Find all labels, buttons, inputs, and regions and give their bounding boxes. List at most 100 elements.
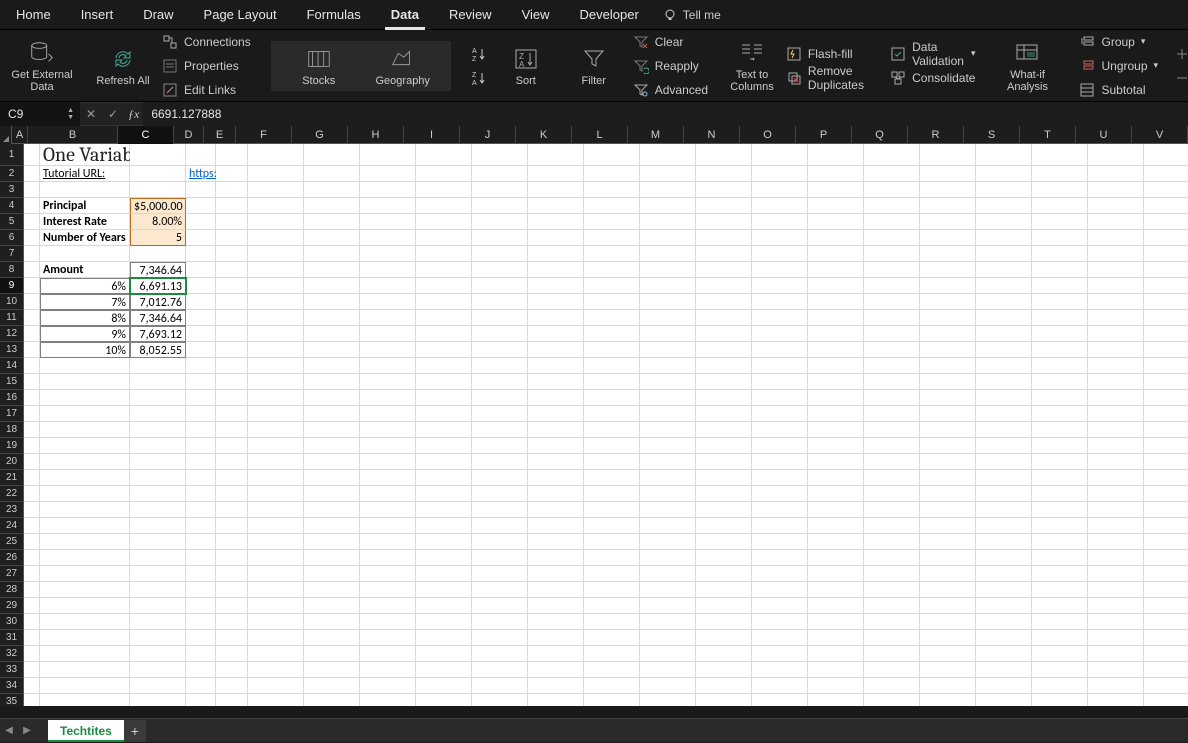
sort-asc-button[interactable]: AZ (471, 44, 487, 64)
cell-B21[interactable] (40, 470, 130, 486)
group-button[interactable]: Group ▾ (1079, 32, 1158, 52)
flash-fill-button[interactable]: Flash-fill (786, 44, 880, 64)
cell-T18[interactable] (1032, 422, 1088, 438)
cell-N8[interactable] (696, 262, 752, 278)
cell-K34[interactable] (528, 678, 584, 694)
row-header[interactable]: 8 (0, 262, 24, 278)
cell-D30[interactable] (186, 614, 216, 630)
cell-K16[interactable] (528, 390, 584, 406)
cell-G24[interactable] (304, 518, 360, 534)
cell-I21[interactable] (416, 470, 472, 486)
cell-Q4[interactable] (864, 198, 920, 214)
cell-A20[interactable] (24, 454, 40, 470)
select-all-corner[interactable] (0, 126, 12, 144)
cell-V28[interactable] (1144, 582, 1188, 598)
cell-F26[interactable] (248, 550, 304, 566)
get-external-data-button[interactable]: Get External Data (10, 39, 74, 93)
cell-M35[interactable] (640, 694, 696, 706)
cell-D28[interactable] (186, 582, 216, 598)
col-header-S[interactable]: S (964, 126, 1020, 144)
cell-I7[interactable] (416, 246, 472, 262)
cell-S27[interactable] (976, 566, 1032, 582)
cell-N22[interactable] (696, 486, 752, 502)
cell-M10[interactable] (640, 294, 696, 310)
cell-O4[interactable] (752, 198, 808, 214)
cell-R32[interactable] (920, 646, 976, 662)
cell-O27[interactable] (752, 566, 808, 582)
cell-Q6[interactable] (864, 230, 920, 246)
cell-I2[interactable] (416, 166, 472, 182)
cell-T28[interactable] (1032, 582, 1088, 598)
cell-J1[interactable] (472, 144, 528, 166)
cell-F13[interactable] (248, 342, 304, 358)
cell-L11[interactable] (584, 310, 640, 326)
cell-K8[interactable] (528, 262, 584, 278)
cell-I19[interactable] (416, 438, 472, 454)
cell-U13[interactable] (1088, 342, 1144, 358)
cell-E5[interactable] (216, 214, 248, 230)
cell-R10[interactable] (920, 294, 976, 310)
cell-P6[interactable] (808, 230, 864, 246)
cell-K25[interactable] (528, 534, 584, 550)
tab-insert[interactable]: Insert (75, 0, 120, 30)
cell-B2[interactable]: Tutorial URL: (40, 166, 130, 182)
cell-D15[interactable] (186, 374, 216, 390)
cell-E32[interactable] (216, 646, 248, 662)
cell-E24[interactable] (216, 518, 248, 534)
cell-C20[interactable] (130, 454, 186, 470)
cell-B7[interactable] (40, 246, 130, 262)
cell-S19[interactable] (976, 438, 1032, 454)
cell-F19[interactable] (248, 438, 304, 454)
cell-O28[interactable] (752, 582, 808, 598)
cell-E17[interactable] (216, 406, 248, 422)
subtotal-button[interactable]: Subtotal (1079, 80, 1158, 100)
cell-V12[interactable] (1144, 326, 1188, 342)
cell-Q29[interactable] (864, 598, 920, 614)
cell-Q23[interactable] (864, 502, 920, 518)
cell-H15[interactable] (360, 374, 416, 390)
cell-R16[interactable] (920, 390, 976, 406)
row-header[interactable]: 9 (0, 278, 24, 294)
cell-P2[interactable] (808, 166, 864, 182)
cell-O31[interactable] (752, 630, 808, 646)
cell-P8[interactable] (808, 262, 864, 278)
cell-A24[interactable] (24, 518, 40, 534)
cell-C19[interactable] (130, 438, 186, 454)
cell-D17[interactable] (186, 406, 216, 422)
name-box-arrows-icon[interactable]: ▲▼ (67, 107, 74, 121)
cell-A23[interactable] (24, 502, 40, 518)
cell-U20[interactable] (1088, 454, 1144, 470)
col-header-K[interactable]: K (516, 126, 572, 144)
cell-O25[interactable] (752, 534, 808, 550)
cell-O18[interactable] (752, 422, 808, 438)
cell-E21[interactable] (216, 470, 248, 486)
cell-N28[interactable] (696, 582, 752, 598)
cell-K29[interactable] (528, 598, 584, 614)
col-header-G[interactable]: G (292, 126, 348, 144)
cell-C34[interactable] (130, 678, 186, 694)
cell-J13[interactable] (472, 342, 528, 358)
cell-U14[interactable] (1088, 358, 1144, 374)
cell-E34[interactable] (216, 678, 248, 694)
cell-D3[interactable] (186, 182, 216, 198)
cell-R34[interactable] (920, 678, 976, 694)
cell-A11[interactable] (24, 310, 40, 326)
cell-L29[interactable] (584, 598, 640, 614)
cell-C33[interactable] (130, 662, 186, 678)
cell-D24[interactable] (186, 518, 216, 534)
cell-U19[interactable] (1088, 438, 1144, 454)
cell-T19[interactable] (1032, 438, 1088, 454)
cell-L20[interactable] (584, 454, 640, 470)
cell-R12[interactable] (920, 326, 976, 342)
cell-C29[interactable] (130, 598, 186, 614)
cell-G9[interactable] (304, 278, 360, 294)
cell-N16[interactable] (696, 390, 752, 406)
cell-M25[interactable] (640, 534, 696, 550)
cell-D5[interactable] (186, 214, 216, 230)
cell-D7[interactable] (186, 246, 216, 262)
cell-J5[interactable] (472, 214, 528, 230)
cell-G1[interactable] (304, 144, 360, 166)
cell-O2[interactable] (752, 166, 808, 182)
cell-N25[interactable] (696, 534, 752, 550)
cell-E27[interactable] (216, 566, 248, 582)
